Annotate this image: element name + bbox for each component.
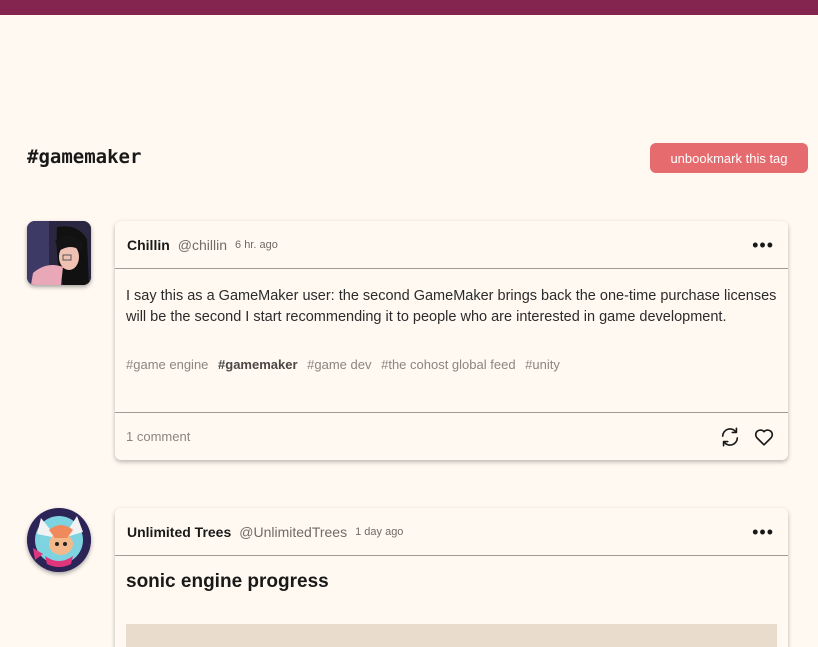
more-horizontal-icon[interactable]: ••• [752, 236, 774, 254]
comments-link[interactable]: 1 comment [126, 429, 190, 444]
handle[interactable]: @UnlimitedTrees [239, 524, 347, 540]
timestamp[interactable]: 6 hr. ago [235, 239, 278, 251]
post-title: sonic engine progress [126, 571, 329, 592]
heart-icon[interactable] [753, 426, 775, 448]
more-horizontal-icon[interactable]: ••• [752, 523, 774, 541]
tag-header: #gamemaker unbookmark this tag [27, 142, 808, 174]
avatar-unlimited-trees-image [27, 508, 91, 572]
timestamp[interactable]: 1 day ago [355, 526, 403, 538]
tag-list: #game engine #gamemaker #game dev #the c… [126, 357, 777, 381]
tag-link[interactable]: #gamemaker [218, 357, 298, 372]
tag-link[interactable]: #unity [525, 357, 560, 372]
top-bar [0, 0, 818, 15]
tag-link[interactable]: #the cohost global feed [381, 357, 515, 372]
tag-link[interactable]: #game engine [126, 357, 208, 372]
post-body: I say this as a GameMaker user: the seco… [115, 269, 788, 381]
avatar[interactable] [27, 221, 91, 285]
tag-link[interactable]: #game dev [307, 357, 371, 372]
unbookmark-tag-button[interactable]: unbookmark this tag [650, 143, 808, 173]
post-card: Unlimited Trees @UnlimitedTrees 1 day ag… [115, 508, 788, 647]
avatar[interactable] [27, 508, 91, 572]
display-name[interactable]: Chillin [127, 237, 170, 253]
avatar-chillin-image [27, 221, 91, 285]
post-text: I say this as a GameMaker user: the seco… [126, 288, 777, 325]
post-card: Chillin @chillin 6 hr. ago ••• I say thi… [115, 221, 788, 460]
repost-icon[interactable] [719, 426, 741, 448]
post-footer: 1 comment [115, 412, 788, 460]
handle[interactable]: @chillin [178, 237, 227, 253]
post-header: Unlimited Trees @UnlimitedTrees 1 day ag… [115, 508, 788, 556]
post-media[interactable] [126, 624, 777, 647]
display-name[interactable]: Unlimited Trees [127, 524, 231, 540]
post-header: Chillin @chillin 6 hr. ago ••• [115, 221, 788, 269]
tag-title: #gamemaker [27, 146, 142, 168]
